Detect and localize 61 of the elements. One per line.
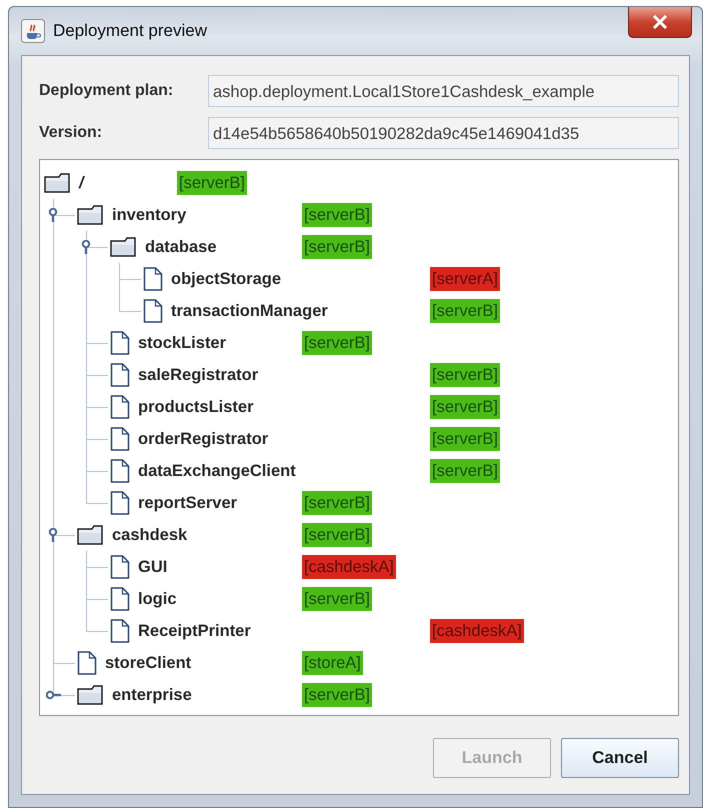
tree-node-label[interactable]: orderRegistrator <box>138 426 268 452</box>
dialog-button[interactable]: Cancel <box>561 738 679 778</box>
server-tag: [cashdeskA] <box>430 619 524 643</box>
text-field[interactable]: ashop.deployment.Local1Store1Cashdesk_example <box>208 75 679 107</box>
tree-node-label[interactable]: stockLister <box>138 330 226 356</box>
file-icon <box>110 363 130 387</box>
file-icon <box>110 619 130 643</box>
tree-node-label[interactable]: enterprise <box>112 682 192 708</box>
folder-icon <box>44 173 71 193</box>
server-tag: [serverB] <box>302 491 372 515</box>
file-icon <box>143 299 163 323</box>
field-label: Deployment plan: <box>38 81 174 101</box>
file-icon <box>110 587 130 611</box>
close-icon <box>652 15 668 29</box>
server-tag: [storeA] <box>302 651 363 675</box>
text-field[interactable]: d14e54b5658640b50190282da9c45e1469041d35 <box>208 117 679 149</box>
server-tag: [serverB] <box>302 235 372 259</box>
tree-node-label[interactable]: dataExchangeClient <box>138 458 296 484</box>
server-tag: [serverB] <box>302 203 372 227</box>
server-tag: [serverB] <box>177 171 248 195</box>
tree-node-label[interactable]: database <box>145 234 217 260</box>
file-icon <box>110 427 130 451</box>
file-icon <box>110 331 130 355</box>
tree-node-label[interactable]: reportServer <box>138 490 238 516</box>
server-tag: [serverB] <box>430 459 500 483</box>
tree-node-label[interactable]: storeClient <box>105 650 192 676</box>
folder-icon <box>77 525 104 545</box>
java-cup-icon <box>21 19 45 43</box>
folder-icon <box>77 685 104 705</box>
tree-node-label[interactable]: inventory <box>112 202 186 228</box>
server-tag: [serverA] <box>430 267 500 291</box>
file-icon <box>110 555 130 579</box>
tree-node-label[interactable]: objectStorage <box>171 266 282 292</box>
server-tag: [serverB] <box>430 363 500 387</box>
toggle-handle-icon[interactable] <box>46 688 62 702</box>
window-title: Deployment preview <box>53 20 208 42</box>
file-icon <box>110 459 130 483</box>
tree-node-label[interactable]: saleRegistrator <box>138 362 258 388</box>
folder-icon <box>77 205 104 225</box>
server-tag: [serverB] <box>430 395 500 419</box>
tree-node-label[interactable]: logic <box>138 586 177 612</box>
tree-node-label[interactable]: transactionManager <box>171 298 328 324</box>
tree-node-label[interactable]: / <box>79 170 84 196</box>
file-icon <box>143 267 163 291</box>
server-tag: [cashdeskA] <box>302 555 396 579</box>
server-tag: [serverB] <box>302 587 372 611</box>
file-icon <box>110 395 130 419</box>
tree-node-label[interactable]: ReceiptPrinter <box>138 618 251 644</box>
server-tag: [serverB] <box>302 523 372 547</box>
field-label: Version: <box>38 123 104 143</box>
close-button[interactable] <box>628 7 692 38</box>
tree-node-label[interactable]: GUI <box>138 554 168 580</box>
file-icon <box>110 491 130 515</box>
server-tag: [serverB] <box>302 683 372 707</box>
tree-node-label[interactable]: productsLister <box>138 394 254 420</box>
file-icon <box>77 651 97 675</box>
server-tag: [serverB] <box>302 331 372 355</box>
server-tag: [serverB] <box>430 427 500 451</box>
server-tag: [serverB] <box>430 299 500 323</box>
folder-icon <box>110 237 137 257</box>
tree-node-label[interactable]: cashdesk <box>112 522 188 548</box>
